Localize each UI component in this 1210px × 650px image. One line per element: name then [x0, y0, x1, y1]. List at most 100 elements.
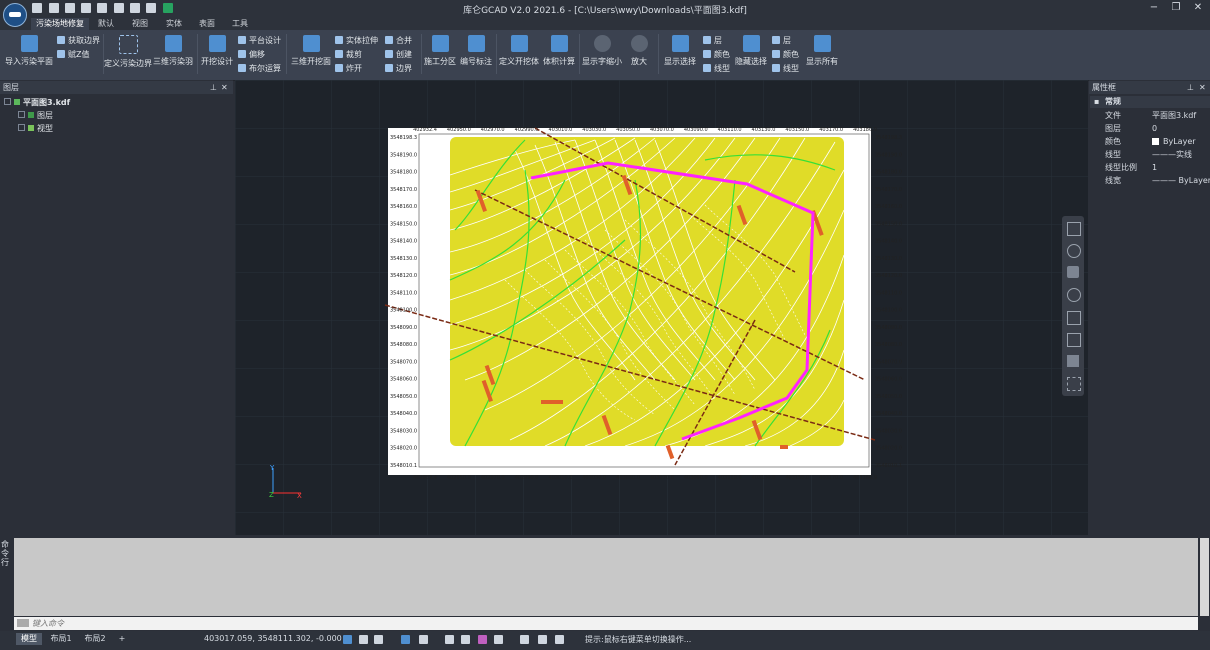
tree-item-views[interactable]: 视型 [18, 123, 53, 134]
command-input[interactable]: 键入命令 [14, 617, 1198, 630]
property-row[interactable]: 颜色 ByLayer [1090, 136, 1210, 148]
property-row[interactable]: 线宽 ——— ByLayer [1090, 175, 1210, 187]
polar-icon[interactable] [419, 635, 428, 644]
y-tick-label: 3548060.0 [390, 377, 417, 383]
property-key: 线型比例 [1105, 163, 1137, 172]
zoom-in-button[interactable]: 放大 [626, 32, 652, 72]
tab-polluted-site-repair[interactable]: 污染场地修复 [31, 18, 89, 30]
view-cube-icon[interactable] [1067, 222, 1081, 236]
close-icon[interactable]: ✕ [1192, 2, 1204, 14]
collapse-icon[interactable] [4, 98, 11, 105]
hide-select-button[interactable]: 隐藏选择 [733, 32, 769, 72]
layer-panel-title: 图层 [3, 83, 19, 92]
solid-stretch-button[interactable]: 实体拉伸 [335, 35, 378, 47]
construction-zoning-button[interactable]: 施工分区 [423, 32, 457, 72]
fullscreen-icon[interactable] [1067, 377, 1081, 391]
create-button[interactable]: 创建 [385, 49, 412, 61]
show-all-button[interactable]: 显示所有 [804, 32, 840, 72]
hide-layer-button[interactable]: 层 [772, 35, 791, 47]
drawing-canvas[interactable]: 402932.4 402950.0 402970.0 402990.0 403010.0… [235, 80, 1088, 535]
view-side-icon[interactable] [1067, 333, 1081, 347]
define-excavation-body-button[interactable]: 定义开挖体 [498, 32, 540, 72]
tab-default[interactable]: 默认 [92, 18, 120, 30]
get-boundary-button[interactable]: 获取边界 [57, 35, 100, 47]
x-tick-label: 402932.4 [413, 127, 437, 133]
close-icon[interactable]: ✕ [221, 81, 228, 94]
fullscreen-icon[interactable] [555, 635, 564, 644]
assign-z-button[interactable]: 赋Z值 [57, 49, 89, 61]
merge-button[interactable]: 合并 [385, 35, 412, 47]
hide-linetype-button[interactable]: 线型 [772, 63, 799, 75]
clip-button[interactable]: 裁剪 [335, 49, 362, 61]
pan-icon[interactable] [1067, 266, 1079, 278]
snap-icon[interactable] [374, 635, 383, 644]
cube-icon[interactable] [520, 635, 529, 644]
show-color-button[interactable]: 颜色 [703, 49, 730, 61]
command-scrollbar[interactable] [1200, 538, 1209, 616]
selection-cycling-icon[interactable] [478, 635, 487, 644]
show-layer-button[interactable]: 层 [703, 35, 722, 47]
ribbon-separator [197, 34, 198, 74]
show-linetype-button[interactable]: 线型 [703, 63, 730, 75]
property-row[interactable]: 图层 0 [1090, 123, 1210, 135]
tree-item-root[interactable]: 平面图3.kdf [4, 97, 70, 108]
transparency-icon[interactable] [461, 635, 470, 644]
x-tick-label: 402950.0 [447, 475, 471, 481]
zoom-icon[interactable] [1067, 288, 1081, 302]
property-group-general[interactable]: ▪ 常规 [1090, 96, 1210, 108]
settings-gear-icon[interactable] [494, 635, 503, 644]
offset-button[interactable]: 偏移 [238, 49, 265, 61]
add-layout-icon[interactable]: + [116, 633, 128, 645]
x-tick-label: 403090.0 [684, 475, 708, 481]
layer-icon [28, 112, 34, 118]
tab-surface[interactable]: 表面 [193, 18, 221, 30]
create-icon [385, 50, 393, 58]
view-3d-icon[interactable] [1067, 355, 1079, 367]
property-row[interactable]: 文件 平面图3.kdf [1090, 110, 1210, 122]
show-select-button[interactable]: 显示选择 [662, 32, 698, 72]
collapse-icon[interactable]: ▪ [1094, 96, 1099, 108]
tab-layout2[interactable]: 布局2 [80, 633, 110, 645]
restore-icon[interactable]: ❐ [1170, 2, 1182, 14]
platform-design-button[interactable]: 平台设计 [238, 35, 281, 47]
expand-icon[interactable] [18, 124, 25, 131]
three-d-polluted-body-button[interactable]: 三维污染羽 [152, 32, 194, 72]
x-tick-label: 403150.0 [785, 475, 809, 481]
object-snap-icon[interactable] [401, 635, 410, 644]
tree-item-layers[interactable]: 图层 [18, 110, 53, 121]
three-d-excavation-button[interactable]: 三维开挖面 [289, 32, 333, 72]
tab-view[interactable]: 视图 [126, 18, 154, 30]
show-font-shrink-button[interactable]: 显示字缩小 [580, 32, 624, 72]
close-icon[interactable]: ✕ [1199, 81, 1206, 94]
minimize-icon[interactable]: − [1148, 2, 1160, 14]
tab-tools[interactable]: 工具 [226, 18, 254, 30]
tab-model[interactable]: 模型 [16, 633, 42, 645]
tab-solid[interactable]: 实体 [160, 18, 188, 30]
property-row[interactable]: 线型比例 1 [1090, 162, 1210, 174]
view-front-icon[interactable] [1067, 311, 1081, 325]
app-logo-icon[interactable] [3, 3, 27, 27]
import-polluted-plane-button[interactable]: 导入污染平面 [3, 32, 55, 72]
expand-icon[interactable] [18, 111, 25, 118]
serial-number-annotation-button[interactable]: 编号标注 [459, 32, 493, 72]
grid-toggle-icon[interactable] [343, 635, 352, 644]
volume-calc-button[interactable]: 体积计算 [540, 32, 578, 72]
y-tick-label: 3548120.0 [390, 273, 417, 279]
y-tick-label: 3548170.0 [875, 187, 902, 193]
pin-icon[interactable]: ⊥ [210, 81, 217, 94]
boundary-button[interactable]: 边界 [385, 63, 412, 75]
property-row[interactable]: 线型 ———实线 [1090, 149, 1210, 161]
ortho-icon[interactable] [359, 635, 368, 644]
steering-wheel-icon[interactable] [1067, 244, 1081, 258]
y-tick-label: 3548080.0 [875, 342, 902, 348]
excavation-design-button[interactable]: 开挖设计 [199, 32, 235, 72]
run-icon[interactable] [538, 635, 547, 644]
define-polluted-boundary-button[interactable]: 定义污染边界 [104, 32, 152, 72]
pin-icon[interactable]: ⊥ [1187, 81, 1194, 94]
boolean-op-button[interactable]: 布尔运算 [238, 63, 281, 75]
explode-button[interactable]: 炸开 [335, 63, 362, 75]
hide-color-button[interactable]: 颜色 [772, 49, 799, 61]
ribbon-separator [286, 34, 287, 74]
tab-layout1[interactable]: 布局1 [46, 633, 76, 645]
lineweight-icon[interactable] [445, 635, 454, 644]
